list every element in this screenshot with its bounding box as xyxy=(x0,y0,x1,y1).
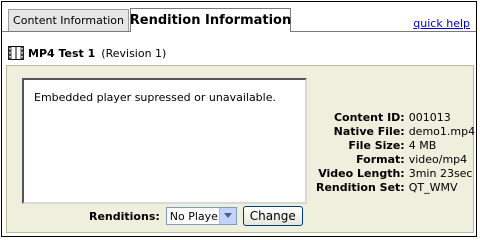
tab-rendition-information[interactable]: Rendition Information xyxy=(130,8,291,32)
film-icon xyxy=(8,46,24,60)
info-label: Video Length: xyxy=(318,167,405,180)
chevron-down-icon[interactable] xyxy=(218,208,236,224)
info-value: QT_WMV xyxy=(408,181,458,194)
info-value: demo1.mp4 xyxy=(408,125,476,138)
renditions-row: Renditions: No Player Change xyxy=(89,206,303,226)
title-row: MP4 Test 1 (Revision 1) xyxy=(8,46,166,60)
info-label: Content ID: xyxy=(333,111,405,124)
rendition-window: Content Information Rendition Informatio… xyxy=(1,1,477,237)
change-button-label: Change xyxy=(249,209,296,223)
player-message: Embedded player supressed or unavailable… xyxy=(34,91,276,104)
player-area: Embedded player supressed or unavailable… xyxy=(22,78,307,204)
info-label: Format: xyxy=(356,153,405,166)
info-row-file-size: File Size: 4 MB xyxy=(316,139,475,153)
rendition-select[interactable]: No Player xyxy=(165,207,237,225)
info-label: Rendition Set: xyxy=(316,181,405,194)
rendition-selected-value: No Player xyxy=(169,209,223,223)
info-value: 4 MB xyxy=(408,139,437,152)
tab-label: Content Information xyxy=(13,14,124,27)
info-row-video-length: Video Length: 3min 23sec xyxy=(316,167,475,181)
revision-label: (Revision 1) xyxy=(101,46,167,60)
info-label: Native File: xyxy=(333,125,405,138)
info-row-format: Format: video/mp4 xyxy=(316,153,475,167)
rendition-panel: Embedded player supressed or unavailable… xyxy=(6,65,475,233)
tab-content-information[interactable]: Content Information xyxy=(8,9,129,31)
quick-help-link[interactable]: quick help xyxy=(413,17,470,30)
change-button[interactable]: Change xyxy=(242,206,303,226)
info-row-rendition-set: Rendition Set: QT_WMV xyxy=(316,181,475,195)
tab-label: Rendition Information xyxy=(129,13,292,28)
file-info: Content ID: 001013 Native File: demo1.mp… xyxy=(316,111,475,195)
info-value: 3min 23sec xyxy=(408,167,473,180)
renditions-label: Renditions: xyxy=(89,209,160,223)
content-title: MP4 Test 1 xyxy=(28,46,96,60)
info-row-native-file: Native File: demo1.mp4 xyxy=(316,125,475,139)
info-value: 001013 xyxy=(408,111,451,124)
info-row-content-id: Content ID: 001013 xyxy=(316,111,475,125)
info-value: video/mp4 xyxy=(408,153,468,166)
info-label: File Size: xyxy=(348,139,405,152)
